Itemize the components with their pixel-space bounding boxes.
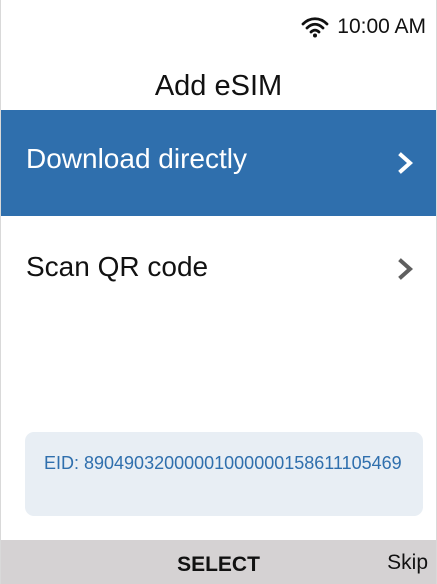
wifi-icon	[301, 17, 329, 38]
chevron-right-icon	[398, 152, 414, 174]
menu-item-scan-qr-code[interactable]: Scan QR code	[1, 216, 436, 322]
chevron-right-icon	[398, 258, 414, 280]
eid-text: EID: 89049032000001000000158611105469	[44, 453, 402, 473]
page-title: Add eSIM	[154, 70, 283, 102]
skip-softkey[interactable]: Skip	[387, 551, 428, 575]
status-bar: 10:00 AM	[1, 0, 436, 54]
menu-item-label: Scan QR code	[26, 251, 209, 282]
menu-item-label: Download directly	[26, 143, 247, 174]
select-softkey[interactable]: SELECT	[1, 553, 436, 577]
eid-info-box: EID: 89049032000001000000158611105469	[25, 432, 423, 516]
softkey-bar: SELECT Skip	[1, 540, 436, 584]
esim-screen: 10:00 AM Add eSIM Download directly Scan…	[0, 0, 437, 584]
status-time: 10:00 AM	[337, 15, 426, 38]
menu-item-download-directly[interactable]: Download directly	[1, 110, 436, 216]
esim-options-menu: Download directly Scan QR code	[1, 110, 436, 322]
